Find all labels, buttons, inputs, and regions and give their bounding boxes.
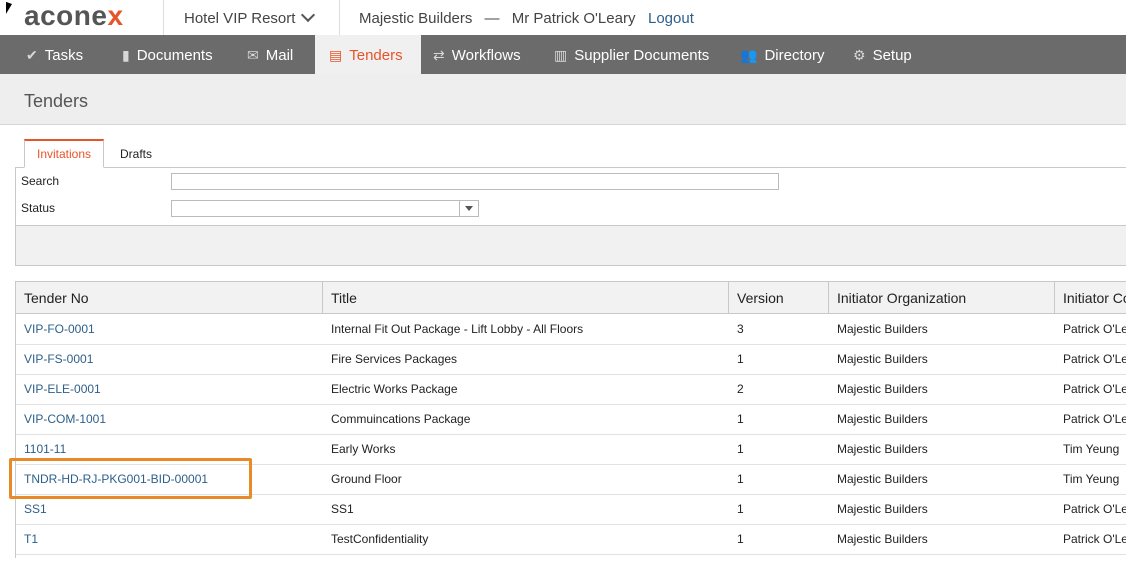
header-divider [339,0,340,35]
search-input[interactable] [171,173,779,190]
nav-setup[interactable]: ⚙ Setup [853,35,912,74]
organization-name: Majestic Builders [359,10,473,27]
search-label: Search [21,174,60,188]
initiator-organization: Majestic Builders [837,382,928,396]
nav-workflows[interactable]: ⇄ Workflows [433,35,521,74]
highlight-box [9,458,252,499]
chevron-down-icon [301,7,316,23]
tender-no-link[interactable]: VIP-FS-0001 [16,344,323,374]
tender-version: 2 [737,382,744,396]
tender-icon: ▤ [329,47,343,63]
tender-version: 1 [737,472,744,486]
nav-tasks[interactable]: ✔ Tasks [26,35,83,74]
tender-version: 1 [737,442,744,456]
check-icon: ✔ [26,47,38,63]
user-info: Majestic Builders — Mr Patrick O'Leary [359,10,635,27]
initiator-contact: Patrick O'Le [1063,502,1126,516]
tenders-table: Tender No Title Version Initiator Organi… [15,281,1126,558]
page-title-bar: Tenders [0,74,1126,125]
initiator-organization: Majestic Builders [837,352,928,366]
status-select[interactable] [171,200,479,217]
initiator-contact: Patrick O'Le [1063,322,1126,336]
initiator-contact: Tim Yeung [1063,442,1120,456]
column-header-initiator-contact[interactable]: Initiator Co [1055,282,1126,313]
initiator-organization: Majestic Builders [837,442,928,456]
initiator-organization: Majestic Builders [837,322,928,336]
tender-title: Fire Services Packages [331,352,458,366]
status-label: Status [21,201,56,215]
tender-title: SS1 [331,502,354,516]
table-row[interactable]: VIP-FS-0001 Fire Services Packages 1 Maj… [16,344,1126,375]
tender-version: 3 [737,322,744,336]
table-row[interactable]: T1 TestConfidentiality 1 Majestic Builde… [16,524,1126,555]
mouse-cursor-icon [6,1,18,19]
tender-title: Electric Works Package [331,382,458,396]
top-header: aconex Hotel VIP Resort Majestic Builder… [0,0,1126,35]
project-selector[interactable]: Hotel VIP Resort [184,7,316,27]
initiator-contact: Patrick O'Le [1063,532,1126,546]
initiator-contact: Patrick O'Le [1063,382,1126,396]
initiator-organization: Majestic Builders [837,502,928,516]
logout-link[interactable]: Logout [648,10,694,27]
nav-supplier-documents[interactable]: ▥ Supplier Documents [554,35,709,74]
tender-no-link[interactable]: T1 [16,524,323,554]
user-separator: — [484,10,500,27]
mail-icon: ✉ [247,47,259,63]
initiator-organization: Majestic Builders [837,472,928,486]
nav-tenders[interactable]: ▤ Tenders [315,35,421,74]
tender-version: 1 [737,502,744,516]
chevron-down-icon[interactable] [459,201,478,216]
nav-mail[interactable]: ✉ Mail [247,35,293,74]
tender-version: 1 [737,352,744,366]
column-header-initiator-organization[interactable]: Initiator Organization [829,282,1055,313]
initiator-contact: Patrick O'Le [1063,412,1126,426]
tender-no-link[interactable]: VIP-ELE-0001 [16,374,323,404]
user-name: Mr Patrick O'Leary [511,10,636,27]
page-title: Tenders [24,91,89,111]
tab-invitations[interactable]: Invitations [24,139,105,168]
table-row[interactable]: VIP-COM-1001 Commuincations Package 1 Ma… [16,404,1126,435]
people-icon: 👥 [740,47,758,63]
tender-title: TestConfidentiality [331,532,429,546]
project-name: Hotel VIP Resort [184,10,296,27]
initiator-contact: Patrick O'Le [1063,352,1126,366]
tender-no-link[interactable]: VIP-FO-0001 [16,314,323,344]
column-header-tender-no[interactable]: Tender No [16,282,323,313]
main-nav: ✔ Tasks ▮ Documents ✉ Mail ▤ Tenders ⇄ Workfl… [0,35,1126,74]
tender-version: 1 [737,532,744,546]
logo-text: acone [24,0,108,31]
tender-title: Ground Floor [331,472,402,486]
supplier-icon: ▥ [554,47,568,63]
initiator-organization: Majestic Builders [837,532,928,546]
column-header-title[interactable]: Title [323,282,729,313]
nav-directory[interactable]: 👥 Directory [740,35,824,74]
filter-button-bar [15,225,1126,266]
gear-icon: ⚙ [853,47,866,63]
workflow-icon: ⇄ [433,47,445,63]
table-row[interactable]: VIP-ELE-0001 Electric Works Package 2 Ma… [16,374,1126,405]
tab-drafts[interactable]: Drafts [108,141,164,167]
table-header-row: Tender No Title Version Initiator Organi… [16,282,1126,314]
table-row[interactable]: VIP-FO-0001 Internal Fit Out Package - L… [16,314,1126,345]
tender-title: Internal Fit Out Package - Lift Lobby - … [331,322,584,336]
header-divider [163,0,164,35]
tender-version: 1 [737,412,744,426]
column-header-version[interactable]: Version [729,282,829,313]
tender-no-link[interactable]: VIP-COM-1001 [16,404,323,434]
initiator-contact: Tim Yeung [1063,472,1120,486]
aconex-logo[interactable]: aconex [24,0,124,32]
tender-title: Early Works [331,442,396,456]
tender-title: Commuincations Package [331,412,471,426]
initiator-organization: Majestic Builders [837,412,928,426]
document-icon: ▮ [122,47,130,63]
nav-documents[interactable]: ▮ Documents [122,35,213,74]
